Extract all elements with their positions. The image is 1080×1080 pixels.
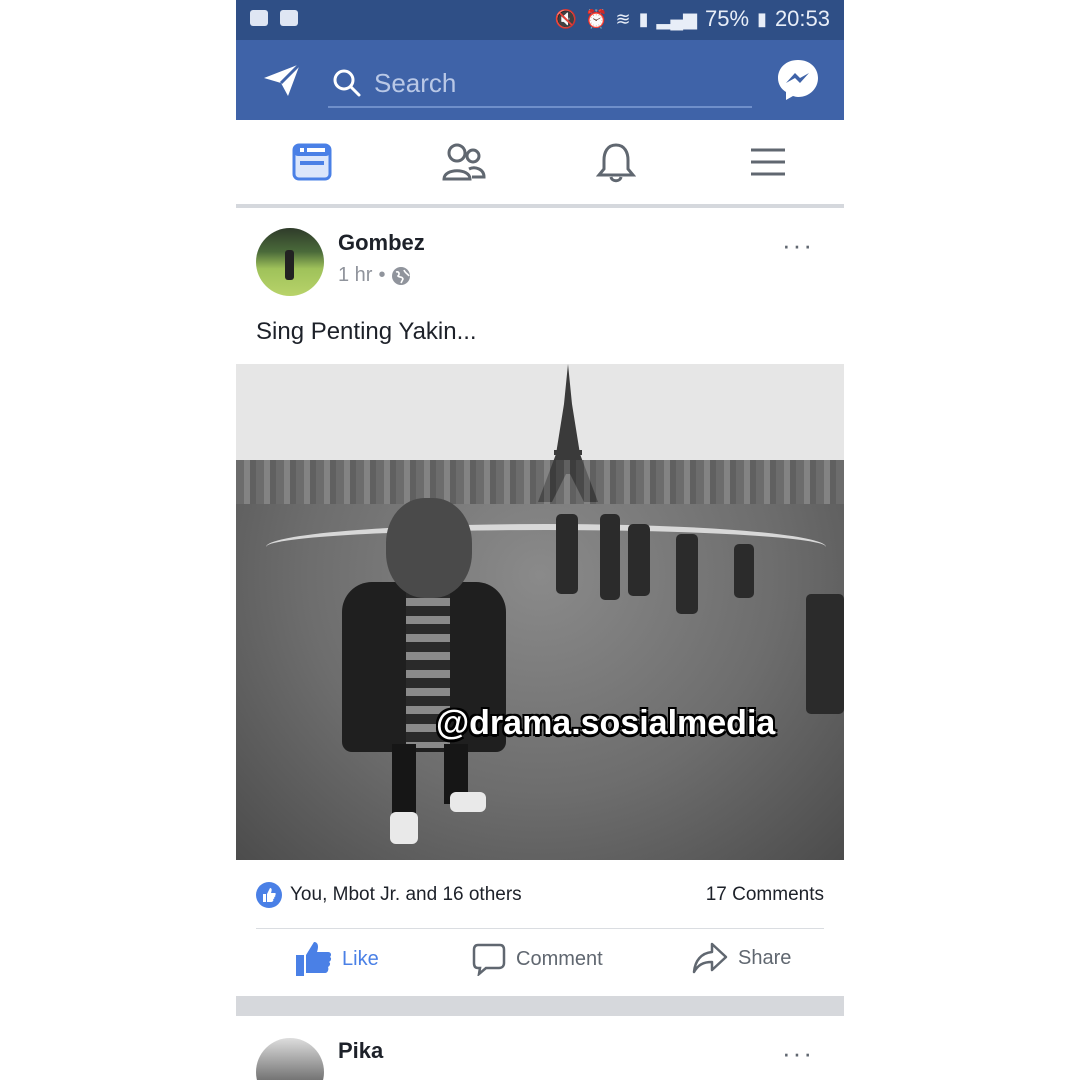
tab-news-feed[interactable] bbox=[288, 138, 336, 186]
share-label: Share bbox=[738, 946, 792, 969]
comment-button[interactable]: Comment bbox=[472, 942, 603, 976]
mute-icon: 🔇 bbox=[554, 8, 578, 29]
battery-icon: ▮ bbox=[757, 8, 767, 29]
friends-icon bbox=[442, 143, 486, 181]
alarm-icon: ⏰ bbox=[585, 8, 608, 29]
search-icon bbox=[333, 69, 361, 97]
messenger-icon[interactable] bbox=[776, 58, 820, 102]
comment-label: Comment bbox=[516, 947, 603, 970]
tab-friends[interactable] bbox=[440, 138, 488, 186]
tab-notifications[interactable] bbox=[592, 138, 640, 186]
news-feed-icon bbox=[292, 143, 332, 181]
paper-plane-icon[interactable] bbox=[262, 62, 302, 98]
sim-icon: ▮ bbox=[638, 8, 649, 29]
status-bar: 🔇 ⏰ ≋ ▮ ▂▄▆ 75% ▮ 20:53 bbox=[236, 0, 844, 40]
watermark-text: @drama.sosialmedia bbox=[436, 704, 776, 742]
post-time[interactable]: 1 hr bbox=[338, 264, 372, 287]
nav-bar bbox=[236, 120, 844, 208]
like-button[interactable]: Like bbox=[296, 942, 379, 976]
search-input[interactable] bbox=[372, 66, 736, 100]
post-options-button[interactable]: ··· bbox=[782, 1038, 814, 1069]
globe-icon bbox=[392, 266, 411, 285]
meta-separator: • bbox=[378, 264, 386, 286]
feed-post-next: Pika ··· bbox=[236, 1016, 844, 1080]
post-options-button[interactable]: ··· bbox=[782, 230, 814, 261]
comments-count[interactable]: 17 Comments bbox=[706, 884, 824, 906]
feed-post: Gombez 1 hr • ··· Sing Penting Yakin... bbox=[236, 210, 844, 996]
post-text: Sing Penting Yakin... bbox=[256, 318, 477, 345]
share-icon bbox=[692, 942, 728, 974]
wifi-icon: ≋ bbox=[615, 8, 631, 29]
phone-screen: 🔇 ⏰ ≋ ▮ ▂▄▆ 75% ▮ 20:53 Search Gombez 1 … bbox=[236, 0, 844, 1080]
bbm-icon bbox=[250, 10, 268, 26]
share-button[interactable]: Share bbox=[692, 942, 791, 974]
gallery-icon bbox=[280, 10, 298, 26]
author-avatar[interactable] bbox=[256, 228, 324, 296]
battery-level: 75% bbox=[704, 6, 750, 31]
divider bbox=[256, 928, 824, 929]
like-label: Like bbox=[342, 947, 379, 970]
reaction-summary[interactable]: You, Mbot Jr. and 16 others bbox=[256, 882, 522, 908]
post-meta: 1 hr • bbox=[338, 264, 411, 287]
post-actions: Like Comment Share bbox=[236, 942, 844, 982]
hamburger-icon bbox=[751, 148, 785, 176]
reactions-bar: You, Mbot Jr. and 16 others 17 Comments bbox=[256, 878, 824, 912]
author-avatar[interactable] bbox=[256, 1038, 324, 1080]
author-name[interactable]: Pika bbox=[338, 1038, 383, 1064]
search-field[interactable] bbox=[328, 62, 752, 108]
author-name[interactable]: Gombez bbox=[338, 230, 425, 256]
bell-icon bbox=[596, 143, 636, 183]
post-photo[interactable]: @drama.sosialmedia bbox=[236, 364, 844, 860]
feed-separator bbox=[236, 996, 844, 1016]
top-bar bbox=[236, 40, 844, 120]
like-badge-icon bbox=[256, 882, 282, 908]
comment-icon bbox=[472, 943, 506, 976]
signal-icon: ▂▄▆ bbox=[656, 8, 697, 29]
thumbs-up-icon bbox=[296, 942, 332, 976]
clock: 20:53 bbox=[774, 6, 830, 31]
reaction-text: You, Mbot Jr. and 16 others bbox=[290, 884, 522, 905]
tab-menu[interactable] bbox=[744, 138, 792, 186]
